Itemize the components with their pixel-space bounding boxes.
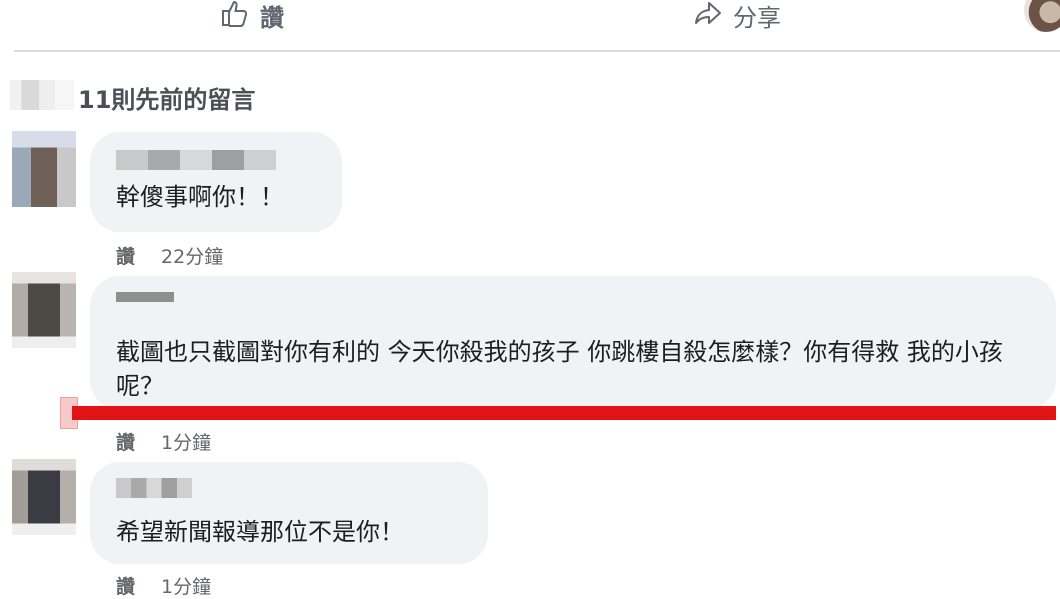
comment-timestamp[interactable]: 22分鐘	[161, 242, 223, 269]
thumbs-up-icon	[220, 0, 250, 33]
commenter-name-redacted[interactable]	[116, 478, 192, 498]
commenter-avatar[interactable]	[12, 131, 76, 207]
like-label: 讚	[260, 4, 284, 32]
commenter-name-redacted[interactable]	[116, 150, 276, 170]
post-action-bar: 讚 分享	[0, 0, 1060, 52]
comment-text: 截圖也只截圖對你有利的 今天你殺我的孩子 你跳樓自殺怎麼樣？你有得救 我的小孩呢…	[116, 338, 1003, 400]
share-button[interactable]: 分享	[693, 0, 781, 33]
comment-text: 幹傻事啊你！！	[116, 183, 284, 211]
comment-like-button[interactable]: 讚	[116, 242, 135, 269]
view-previous-comments-link[interactable]: 11則先前的留言	[78, 80, 255, 115]
comment-like-button[interactable]: 讚	[116, 428, 135, 455]
share-label: 分享	[733, 4, 781, 32]
comment-timestamp[interactable]: 1分鐘	[161, 572, 211, 599]
comment-meta: 讚 1分鐘	[116, 572, 211, 599]
comment-text: 希望新聞報導那位不是你！	[116, 518, 404, 546]
red-highlight-bar	[72, 406, 1056, 420]
commenter-avatar[interactable]	[12, 272, 76, 348]
comment-meta: 讚 1分鐘	[116, 428, 211, 455]
viewer-avatar[interactable]	[1024, 0, 1060, 32]
commenter-avatar[interactable]	[12, 459, 76, 535]
comment-like-button[interactable]: 讚	[116, 572, 135, 599]
commenter-name-redacted[interactable]	[116, 292, 174, 302]
comment-meta: 讚 22分鐘	[116, 242, 223, 269]
previous-comments-thumbnail	[10, 80, 74, 110]
divider	[14, 50, 1060, 52]
comment-timestamp[interactable]: 1分鐘	[161, 428, 211, 455]
like-button[interactable]: 讚	[220, 0, 284, 33]
share-arrow-icon	[693, 0, 723, 33]
